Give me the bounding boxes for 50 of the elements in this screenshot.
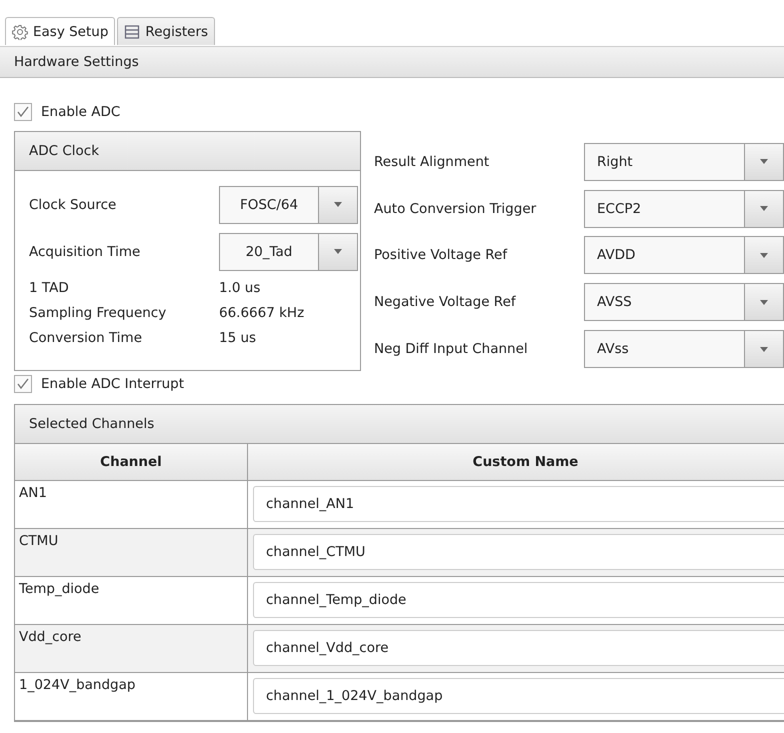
readout-label: 1 TAD: [29, 280, 70, 296]
dropdown[interactable]: Right: [584, 142, 784, 181]
table-cell: AN1: [15, 481, 248, 528]
caret-icon: [334, 249, 342, 254]
caret-icon: [760, 206, 768, 212]
checkbox-label: Enable ADC: [41, 104, 120, 120]
checkbox-label: Enable ADC Interrupt: [41, 376, 184, 392]
dropdown[interactable]: AVDD: [584, 236, 784, 274]
dropdown[interactable]: FOSC/64: [219, 186, 358, 224]
input-field[interactable]: channel_Temp_diode: [253, 582, 784, 618]
field-label: Acquisition Time: [29, 244, 142, 260]
column-header[interactable]: Custom Name: [248, 444, 784, 480]
input-field[interactable]: channel_CTMU: [253, 534, 784, 570]
table-cell: 1_024V_bandgap: [15, 673, 248, 720]
input-field[interactable]: channel_1_024V_bandgap: [253, 678, 784, 714]
field-label: Negative Voltage Ref: [374, 294, 517, 310]
caret-icon: [760, 300, 768, 305]
readout-label: Sampling Frequency: [29, 304, 168, 320]
checkbox[interactable]: [14, 103, 32, 121]
tab[interactable]: Registers: [117, 17, 216, 45]
caret-icon: [334, 202, 342, 207]
field-label: Auto Conversion Trigger: [374, 200, 538, 217]
checkbox[interactable]: [14, 375, 32, 393]
panel-header: Selected Channels: [15, 405, 784, 444]
caret-icon: [760, 159, 768, 164]
tab[interactable]: Easy Setup: [5, 17, 116, 45]
table-cell: CTMU: [15, 529, 248, 576]
gear-icon: [12, 24, 28, 40]
caret-icon: [760, 252, 768, 258]
dropdown[interactable]: 20_Tad: [219, 232, 358, 270]
field-label: Clock Source: [29, 196, 118, 212]
table-cell: Vdd_core: [15, 625, 248, 672]
readout-value: 1.0 us: [219, 280, 260, 296]
dropdown[interactable]: AVss: [584, 330, 784, 368]
panel-header: ADC Clock: [15, 132, 360, 171]
table-cell: Temp_diode: [15, 577, 248, 624]
column-header[interactable]: Channel: [15, 444, 248, 480]
readout-value: 15 us: [219, 330, 256, 346]
caret-icon: [760, 346, 768, 352]
field-label: Neg Diff Input Channel: [374, 341, 529, 358]
list-icon: [124, 24, 140, 40]
dropdown[interactable]: ECCP2: [584, 190, 784, 228]
section-header: Hardware Settings: [0, 46, 784, 78]
input-field[interactable]: channel_Vdd_core: [253, 630, 784, 666]
readout-label: Conversion Time: [29, 330, 144, 346]
field-label: Result Alignment: [374, 154, 490, 170]
field-label: Positive Voltage Ref: [374, 247, 508, 264]
dropdown[interactable]: AVSS: [584, 283, 784, 322]
readout-value: 66.6667 kHz: [219, 304, 304, 320]
input-field[interactable]: channel_AN1: [253, 486, 784, 522]
